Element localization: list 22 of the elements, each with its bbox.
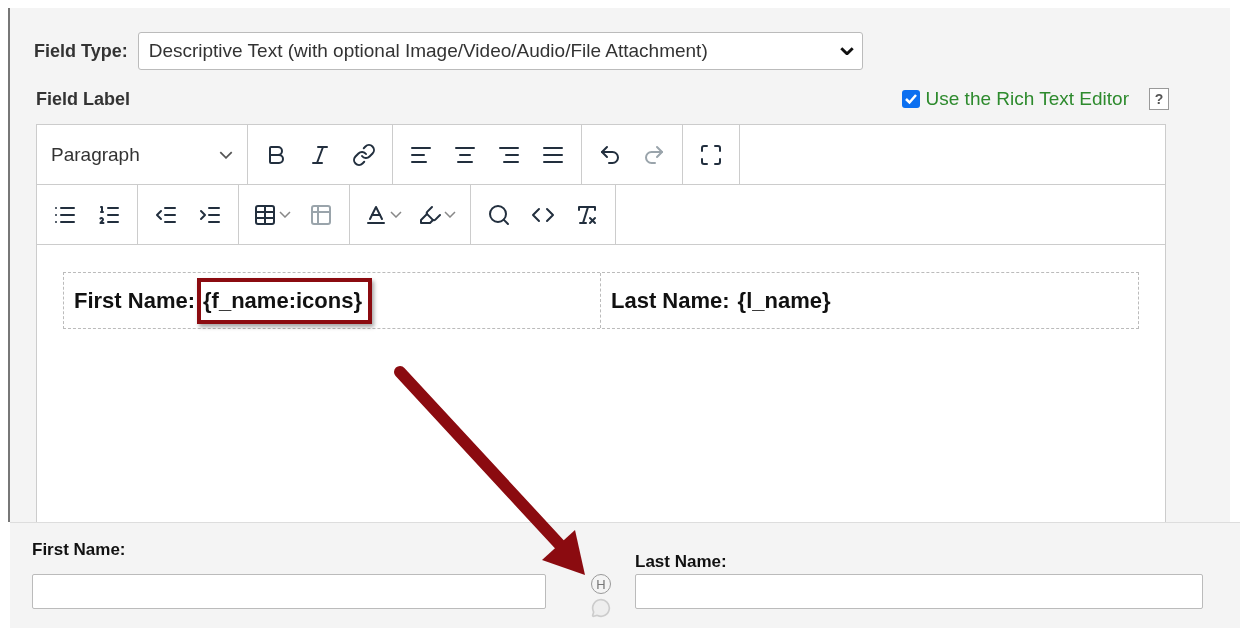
field-label-heading: Field Label [36, 88, 131, 110]
first-name-label: First Name: [32, 540, 127, 560]
cell-label: First Name: [74, 287, 196, 314]
rich-text-label[interactable]: Use the Rich Text Editor [925, 88, 1129, 110]
field-type-label: Field Type: [34, 40, 128, 62]
help-button[interactable]: ? [1149, 88, 1169, 110]
last-name-label: Last Name: [635, 552, 728, 572]
chevron-down-icon [219, 150, 233, 159]
table-properties-icon [309, 202, 333, 227]
cell-label: Last Name: [611, 287, 730, 314]
fullscreen-icon [699, 142, 723, 167]
rich-text-checkbox[interactable] [901, 90, 920, 108]
paragraph-dropdown[interactable]: Paragraph [45, 134, 239, 175]
chevron-down-icon [839, 47, 854, 55]
table-icon [253, 202, 277, 227]
first-name-input[interactable] [32, 574, 546, 609]
link-icon [352, 142, 376, 167]
last-name-input[interactable] [635, 574, 1203, 609]
highlighted-token: {f_name:icons} [197, 277, 372, 324]
field-token: {l_name} [736, 286, 832, 315]
find-icon [487, 202, 511, 227]
field-type-select[interactable]: Descriptive Text (with optional Image/Video/Audio/File Attachment) [137, 32, 863, 70]
